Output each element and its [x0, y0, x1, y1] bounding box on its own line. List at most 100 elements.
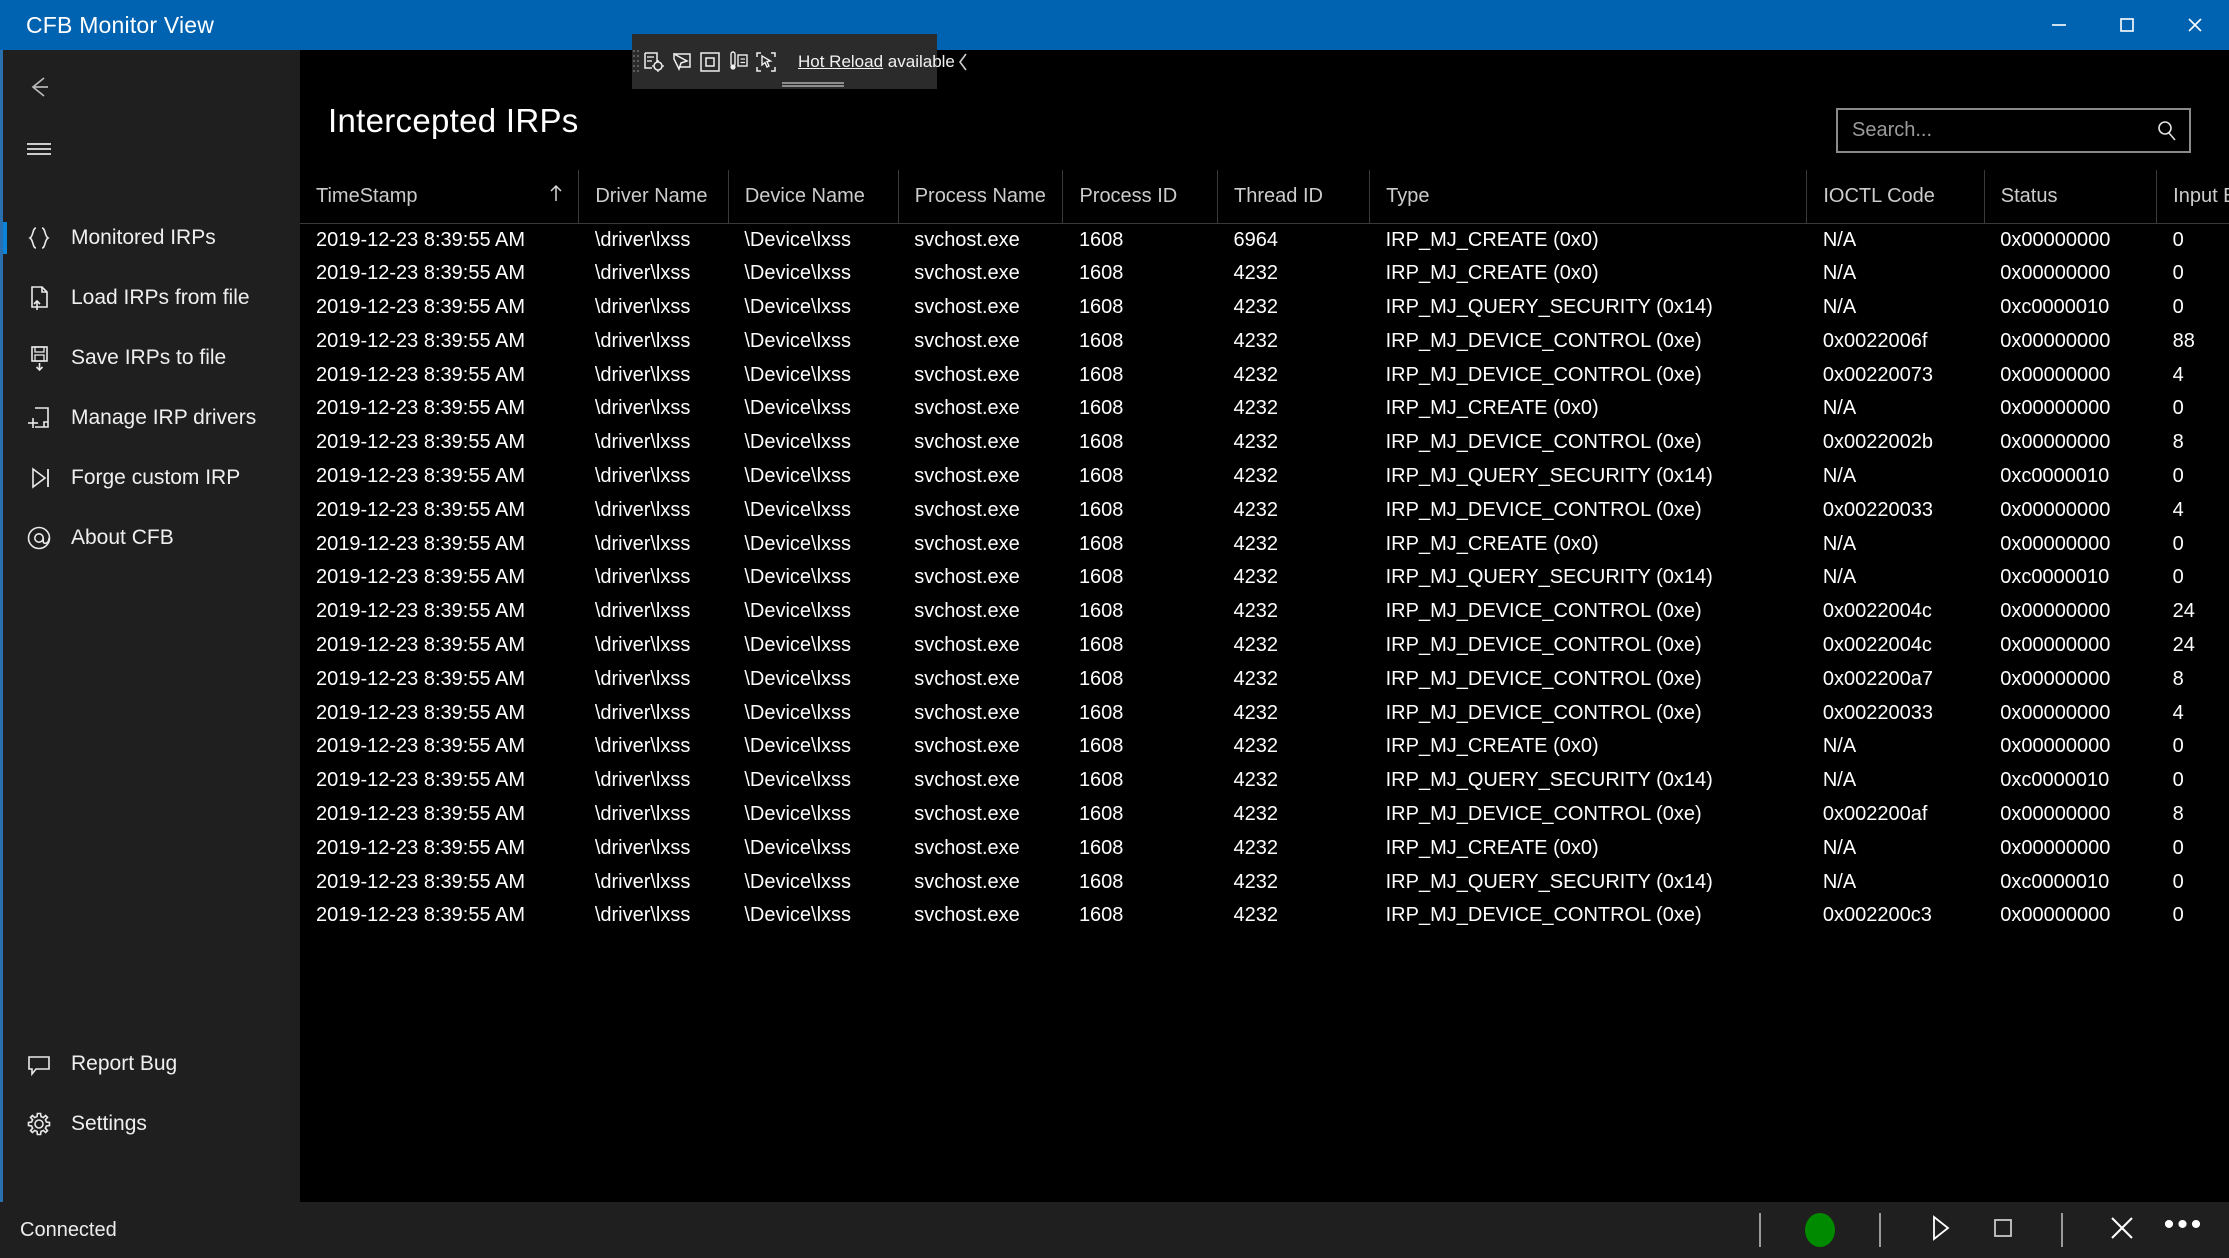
- cell-device-name: \Device\lxss: [728, 865, 898, 899]
- cell-timestamp: 2019-12-23 8:39:55 AM: [300, 257, 579, 291]
- sidebar-item-settings[interactable]: Settings: [3, 1094, 300, 1154]
- cell-process-id: 1608: [1063, 493, 1218, 527]
- column-header-device-name[interactable]: Device Name: [728, 170, 898, 223]
- cell-ioctl-code: N/A: [1807, 223, 1984, 257]
- cell-type: IRP_MJ_QUERY_SECURITY (0x14): [1370, 561, 1807, 595]
- cell-device-name: \Device\lxss: [728, 696, 898, 730]
- table-row[interactable]: 2019-12-23 8:39:55 AM\driver\lxss\Device…: [300, 460, 2229, 494]
- cell-process-name: svchost.exe: [898, 291, 1063, 325]
- window-controls: [2025, 0, 2229, 50]
- table-row[interactable]: 2019-12-23 8:39:55 AM\driver\lxss\Device…: [300, 291, 2229, 325]
- table-row[interactable]: 2019-12-23 8:39:55 AM\driver\lxss\Device…: [300, 899, 2229, 933]
- cell-ioctl-code: 0x00220033: [1807, 493, 1984, 527]
- irp-table-container[interactable]: TimeStamp Driver Name Device Name: [300, 170, 2229, 1202]
- column-header-label: TimeStamp: [316, 185, 418, 208]
- file-open-icon: [7, 283, 71, 313]
- table-row[interactable]: 2019-12-23 8:39:55 AM\driver\lxss\Device…: [300, 223, 2229, 257]
- maximize-button[interactable]: [2093, 0, 2161, 50]
- minimize-button[interactable]: [2025, 0, 2093, 50]
- table-row[interactable]: 2019-12-23 8:39:55 AM\driver\lxss\Device…: [300, 358, 2229, 392]
- sidebar-item-save-irps-to-file[interactable]: Save IRPs to file: [3, 328, 300, 388]
- sidebar-item-label: Report Bug: [71, 1052, 177, 1076]
- at-sign-icon: [7, 523, 71, 553]
- column-header-input-buffer[interactable]: Input Buffe: [2157, 170, 2229, 223]
- cell-status: 0x00000000: [1984, 358, 2156, 392]
- toolbar-resize-handle[interactable]: [782, 82, 844, 84]
- column-header-type[interactable]: Type: [1370, 170, 1807, 223]
- live-visual-tree-icon[interactable]: [726, 42, 750, 82]
- sidebar-item-load-irps-from-file[interactable]: Load IRPs from file: [3, 268, 300, 328]
- cell-thread-id: 4232: [1218, 392, 1370, 426]
- table-row[interactable]: 2019-12-23 8:39:55 AM\driver\lxss\Device…: [300, 426, 2229, 460]
- close-session-button[interactable]: [2091, 1207, 2153, 1253]
- search-input[interactable]: [1838, 119, 2145, 142]
- table-row[interactable]: 2019-12-23 8:39:55 AM\driver\lxss\Device…: [300, 764, 2229, 798]
- sidebar-item-manage-irp-drivers[interactable]: Manage IRP drivers: [3, 388, 300, 448]
- back-button[interactable]: [7, 58, 71, 120]
- cell-thread-id: 4232: [1218, 730, 1370, 764]
- table-row[interactable]: 2019-12-23 8:39:55 AM\driver\lxss\Device…: [300, 257, 2229, 291]
- sidebar-item-report-bug[interactable]: Report Bug: [3, 1034, 300, 1094]
- cell-ioctl-code: N/A: [1807, 831, 1984, 865]
- sidebar-item-about-cfb[interactable]: About CFB: [3, 508, 300, 568]
- search-icon[interactable]: [2145, 118, 2189, 144]
- chevron-left-icon[interactable]: [955, 51, 971, 73]
- drag-grip-icon[interactable]: [632, 34, 640, 89]
- cell-process-name: svchost.exe: [898, 696, 1063, 730]
- table-row[interactable]: 2019-12-23 8:39:55 AM\driver\lxss\Device…: [300, 629, 2229, 663]
- record-indicator-button[interactable]: [1789, 1207, 1851, 1253]
- pointer-window-icon[interactable]: [670, 42, 694, 82]
- cell-process-name: svchost.exe: [898, 358, 1063, 392]
- table-row[interactable]: 2019-12-23 8:39:55 AM\driver\lxss\Device…: [300, 324, 2229, 358]
- table-row[interactable]: 2019-12-23 8:39:55 AM\driver\lxss\Device…: [300, 595, 2229, 629]
- hot-reload-link[interactable]: Hot Reload: [798, 52, 883, 71]
- table-row[interactable]: 2019-12-23 8:39:55 AM\driver\lxss\Device…: [300, 831, 2229, 865]
- column-header-driver-name[interactable]: Driver Name: [579, 170, 729, 223]
- cell-driver-name: \driver\lxss: [579, 595, 729, 629]
- cell-input-buffer: 0: [2157, 460, 2229, 494]
- cell-driver-name: \driver\lxss: [579, 899, 729, 933]
- column-header-ioctl-code[interactable]: IOCTL Code: [1807, 170, 1984, 223]
- cell-driver-name: \driver\lxss: [579, 493, 729, 527]
- track-focus-icon[interactable]: [754, 42, 778, 82]
- column-header-status[interactable]: Status: [1984, 170, 2156, 223]
- stop-button[interactable]: [1971, 1207, 2033, 1253]
- cell-ioctl-code: 0x0022002b: [1807, 426, 1984, 460]
- column-header-timestamp[interactable]: TimeStamp: [300, 170, 579, 223]
- table-row[interactable]: 2019-12-23 8:39:55 AM\driver\lxss\Device…: [300, 696, 2229, 730]
- column-header-thread-id[interactable]: Thread ID: [1218, 170, 1370, 223]
- close-button[interactable]: [2161, 0, 2229, 50]
- hot-reload-toolbar[interactable]: Hot Reload available: [632, 34, 937, 89]
- cell-process-id: 1608: [1063, 662, 1218, 696]
- column-header-process-id[interactable]: Process ID: [1063, 170, 1218, 223]
- table-row[interactable]: 2019-12-23 8:39:55 AM\driver\lxss\Device…: [300, 561, 2229, 595]
- search-box[interactable]: [1836, 108, 2191, 153]
- table-row[interactable]: 2019-12-23 8:39:55 AM\driver\lxss\Device…: [300, 392, 2229, 426]
- table-row[interactable]: 2019-12-23 8:39:55 AM\driver\lxss\Device…: [300, 798, 2229, 832]
- table-row[interactable]: 2019-12-23 8:39:55 AM\driver\lxss\Device…: [300, 865, 2229, 899]
- back-arrow-icon: [22, 70, 56, 109]
- cell-process-id: 1608: [1063, 595, 1218, 629]
- cell-status: 0x00000000: [1984, 426, 2156, 460]
- table-row[interactable]: 2019-12-23 8:39:55 AM\driver\lxss\Device…: [300, 730, 2229, 764]
- table-row[interactable]: 2019-12-23 8:39:55 AM\driver\lxss\Device…: [300, 527, 2229, 561]
- cell-status: 0xc0000010: [1984, 561, 2156, 595]
- table-header-row: TimeStamp Driver Name Device Name: [300, 170, 2229, 223]
- sidebar-item-forge-custom-irp[interactable]: Forge custom IRP: [3, 448, 300, 508]
- sidebar-item-label: Forge custom IRP: [71, 466, 240, 490]
- cell-device-name: \Device\lxss: [728, 629, 898, 663]
- select-element-icon[interactable]: [642, 42, 666, 82]
- cell-status: 0xc0000010: [1984, 865, 2156, 899]
- frame-icon[interactable]: [698, 42, 722, 82]
- hot-reload-status: Hot Reload available: [798, 52, 955, 72]
- column-header-process-name[interactable]: Process Name: [898, 170, 1063, 223]
- cell-input-buffer: 0: [2157, 291, 2229, 325]
- cell-process-id: 1608: [1063, 764, 1218, 798]
- cell-input-buffer: 0: [2157, 257, 2229, 291]
- continue-button[interactable]: [1909, 1207, 1971, 1253]
- hamburger-menu-button[interactable]: [7, 120, 71, 182]
- table-row[interactable]: 2019-12-23 8:39:55 AM\driver\lxss\Device…: [300, 662, 2229, 696]
- sidebar-item-monitored-irps[interactable]: Monitored IRPs: [3, 208, 300, 268]
- more-options-button[interactable]: •••: [2153, 1207, 2215, 1253]
- table-row[interactable]: 2019-12-23 8:39:55 AM\driver\lxss\Device…: [300, 493, 2229, 527]
